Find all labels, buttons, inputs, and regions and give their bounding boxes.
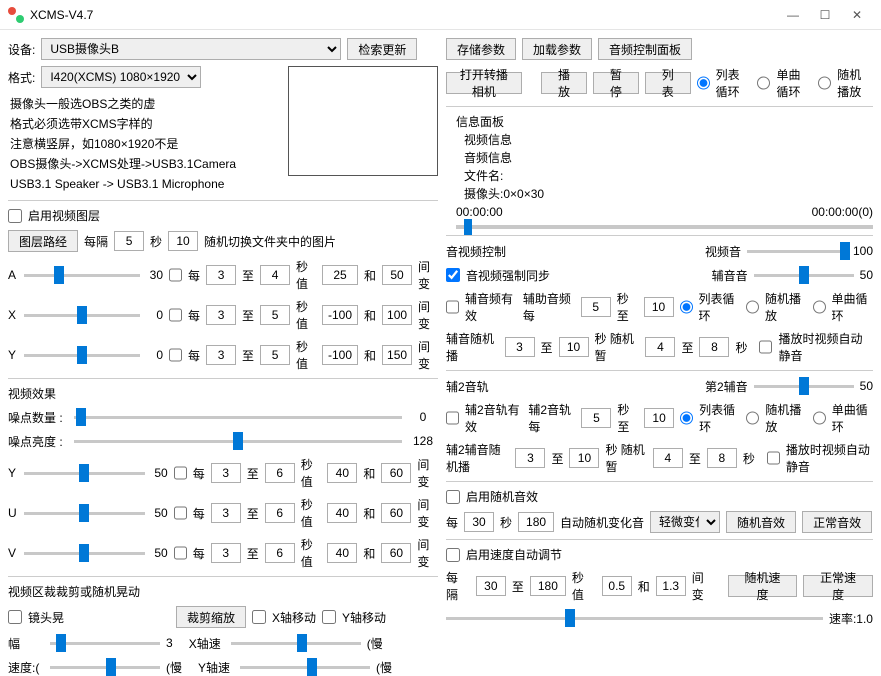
- window-title: XCMS-V4.7: [30, 8, 777, 22]
- app-logo-icon: [8, 7, 24, 23]
- lens-shake-check[interactable]: [8, 610, 22, 624]
- axis-a-slider[interactable]: [54, 266, 64, 284]
- axis-x-slider[interactable]: [77, 306, 87, 324]
- list-loop-radio[interactable]: [697, 76, 710, 90]
- aux2-enable-check[interactable]: [446, 411, 459, 425]
- open-camera-button[interactable]: 打开转播相机: [446, 72, 522, 94]
- preview-box: [288, 66, 438, 176]
- pause-button[interactable]: 暂停: [593, 72, 639, 94]
- fx-title: 视频效果: [8, 385, 438, 402]
- normal-speed-button[interactable]: 正常速度: [803, 575, 873, 597]
- auto-mute-check[interactable]: [759, 340, 772, 354]
- format-select[interactable]: I420(XCMS) 1080×1920: [41, 66, 201, 88]
- axis-a-row: A 30 每 至 秒值 和 间变: [8, 258, 438, 292]
- search-update-button[interactable]: 检索更新: [347, 38, 417, 60]
- minimize-button[interactable]: ―: [777, 3, 809, 27]
- axis-y-row: Y 0 每 至 秒值 和 间变: [8, 338, 438, 372]
- axis-a-check[interactable]: [169, 268, 182, 282]
- aux2-vol-slider[interactable]: [799, 377, 809, 395]
- layer-count-input[interactable]: [168, 231, 198, 251]
- crop-title: 视频区裁裁剪或随机晃动: [8, 583, 438, 600]
- enable-layer-check[interactable]: [8, 209, 22, 223]
- layer-interval-input[interactable]: [114, 231, 144, 251]
- noise-bright-slider[interactable]: [233, 432, 243, 450]
- av-control-title: 音视频控制: [446, 243, 506, 260]
- speed-slider[interactable]: [565, 609, 575, 627]
- load-params-button[interactable]: 加载参数: [522, 38, 592, 60]
- normal-fx-button[interactable]: 正常音效: [802, 511, 872, 533]
- random-fx-button[interactable]: 随机音效: [726, 511, 796, 533]
- video-vol-slider[interactable]: [840, 242, 850, 260]
- crop-zoom-button[interactable]: 裁剪缩放: [176, 606, 246, 628]
- device-select[interactable]: USB摄像头B: [41, 38, 341, 60]
- random-fx-check[interactable]: [446, 490, 460, 504]
- fx-select[interactable]: 轻微变化: [650, 511, 720, 533]
- info-panel: 信息面板 视频信息 音频信息 文件名: 摄像头:0×0×30 00:00:000…: [456, 113, 873, 229]
- random-speed-button[interactable]: 随机速度: [728, 575, 798, 597]
- device-label: 设备:: [8, 41, 35, 58]
- noise-count-slider[interactable]: [76, 408, 86, 426]
- axis-y-slider[interactable]: [77, 346, 87, 364]
- maximize-button[interactable]: ☐: [809, 3, 841, 27]
- audio-panel-button[interactable]: 音频控制面板: [598, 38, 692, 60]
- random-play-radio[interactable]: [818, 76, 831, 90]
- progress-bar[interactable]: [456, 225, 873, 229]
- layer-path-button[interactable]: 图层路经: [8, 230, 78, 252]
- av-sync-check[interactable]: [446, 268, 460, 282]
- hint-text: 摄像头一般选OBS之类的虚格式必须选带XCMS字样的注意横竖屏，如1080×19…: [10, 94, 274, 194]
- aux-enable-check[interactable]: [446, 300, 459, 314]
- play-button[interactable]: 播放: [541, 72, 587, 94]
- save-params-button[interactable]: 存储参数: [446, 38, 516, 60]
- enable-layer-label: 启用视频图层: [28, 207, 100, 224]
- format-label: 格式:: [8, 69, 35, 86]
- single-loop-radio[interactable]: [757, 76, 770, 90]
- track2-title: 辅2音轨: [446, 378, 489, 395]
- titlebar: XCMS-V4.7 ― ☐ ✕: [0, 0, 881, 30]
- list-button[interactable]: 列表: [645, 72, 691, 94]
- aux-vol-slider[interactable]: [799, 266, 809, 284]
- auto-speed-check[interactable]: [446, 548, 460, 562]
- close-button[interactable]: ✕: [841, 3, 873, 27]
- axis-x-row: X 0 每 至 秒值 和 间变: [8, 298, 438, 332]
